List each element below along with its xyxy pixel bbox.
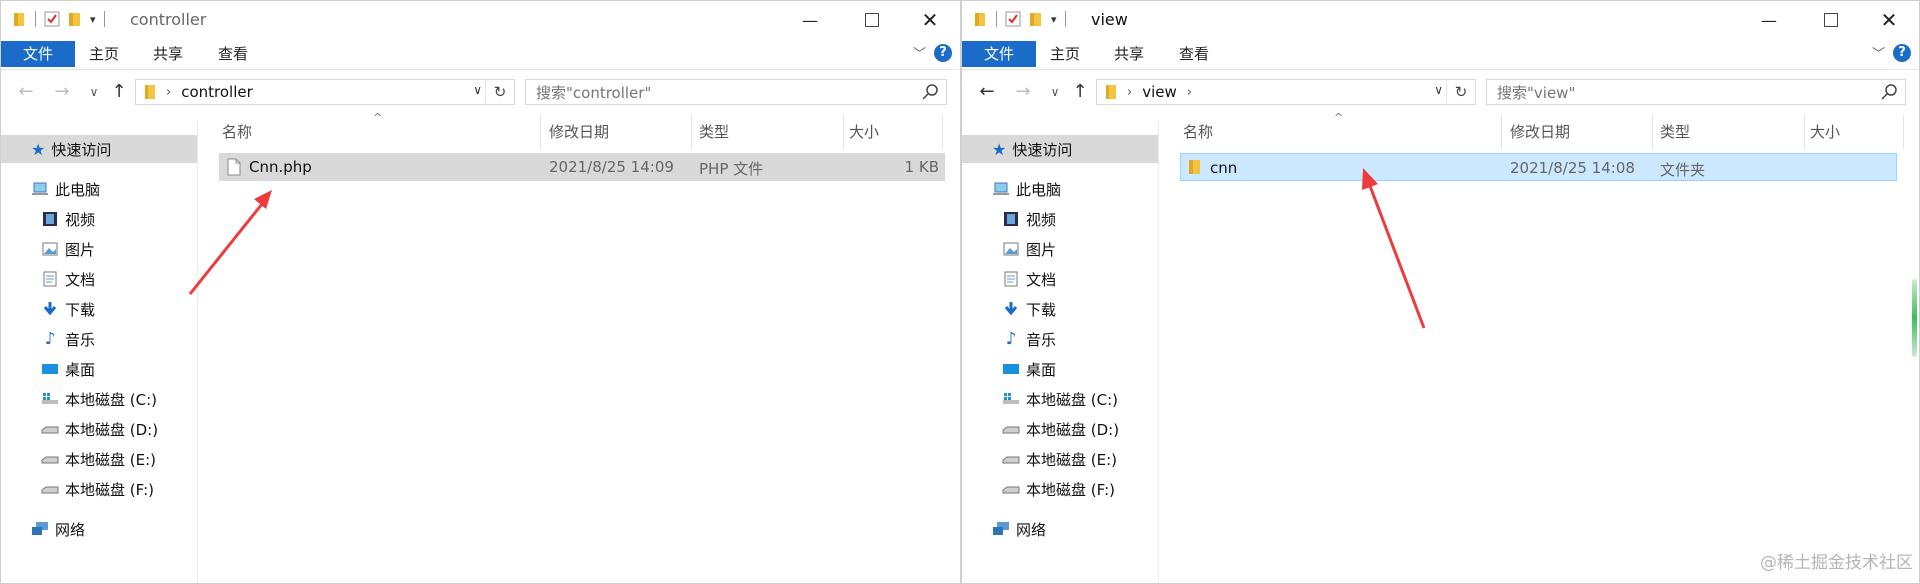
annotation-arrows (188, 168, 1426, 329)
arrow-annotation-left (188, 190, 272, 295)
arrow-annotation-right (1362, 168, 1426, 329)
